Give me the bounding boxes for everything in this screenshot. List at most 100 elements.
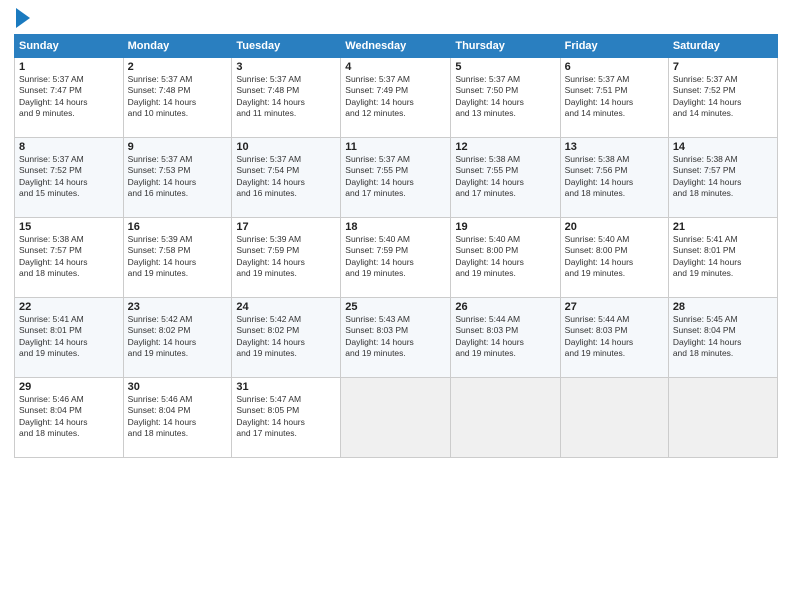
calendar-cell: 9Sunrise: 5:37 AM Sunset: 7:53 PM Daylig… (123, 138, 232, 218)
calendar-cell: 8Sunrise: 5:37 AM Sunset: 7:52 PM Daylig… (15, 138, 124, 218)
day-info: Sunrise: 5:38 AM Sunset: 7:57 PM Dayligh… (673, 154, 773, 200)
day-info: Sunrise: 5:41 AM Sunset: 8:01 PM Dayligh… (673, 234, 773, 280)
calendar-cell: 23Sunrise: 5:42 AM Sunset: 8:02 PM Dayli… (123, 298, 232, 378)
page: SundayMondayTuesdayWednesdayThursdayFrid… (0, 0, 792, 612)
calendar-body: 1Sunrise: 5:37 AM Sunset: 7:47 PM Daylig… (15, 58, 778, 458)
day-info: Sunrise: 5:42 AM Sunset: 8:02 PM Dayligh… (128, 314, 228, 360)
header-cell-wednesday: Wednesday (341, 35, 451, 58)
day-info: Sunrise: 5:37 AM Sunset: 7:51 PM Dayligh… (565, 74, 664, 120)
calendar-week-4: 22Sunrise: 5:41 AM Sunset: 8:01 PM Dayli… (15, 298, 778, 378)
calendar-cell (668, 378, 777, 458)
calendar-week-1: 1Sunrise: 5:37 AM Sunset: 7:47 PM Daylig… (15, 58, 778, 138)
calendar-table: SundayMondayTuesdayWednesdayThursdayFrid… (14, 34, 778, 458)
day-number: 10 (236, 141, 336, 153)
header-cell-thursday: Thursday (451, 35, 560, 58)
day-info: Sunrise: 5:37 AM Sunset: 7:50 PM Dayligh… (455, 74, 555, 120)
calendar-cell: 5Sunrise: 5:37 AM Sunset: 7:50 PM Daylig… (451, 58, 560, 138)
day-number: 21 (673, 221, 773, 233)
day-number: 3 (236, 61, 336, 73)
day-info: Sunrise: 5:37 AM Sunset: 7:48 PM Dayligh… (128, 74, 228, 120)
day-info: Sunrise: 5:37 AM Sunset: 7:54 PM Dayligh… (236, 154, 336, 200)
calendar-cell: 1Sunrise: 5:37 AM Sunset: 7:47 PM Daylig… (15, 58, 124, 138)
calendar-cell: 26Sunrise: 5:44 AM Sunset: 8:03 PM Dayli… (451, 298, 560, 378)
day-number: 17 (236, 221, 336, 233)
logo (14, 10, 30, 28)
day-info: Sunrise: 5:42 AM Sunset: 8:02 PM Dayligh… (236, 314, 336, 360)
day-number: 18 (345, 221, 446, 233)
calendar-cell: 14Sunrise: 5:38 AM Sunset: 7:57 PM Dayli… (668, 138, 777, 218)
day-info: Sunrise: 5:40 AM Sunset: 8:00 PM Dayligh… (455, 234, 555, 280)
calendar-cell: 16Sunrise: 5:39 AM Sunset: 7:58 PM Dayli… (123, 218, 232, 298)
day-number: 19 (455, 221, 555, 233)
calendar-cell: 29Sunrise: 5:46 AM Sunset: 8:04 PM Dayli… (15, 378, 124, 458)
day-number: 31 (236, 381, 336, 393)
day-info: Sunrise: 5:37 AM Sunset: 7:53 PM Dayligh… (128, 154, 228, 200)
day-info: Sunrise: 5:46 AM Sunset: 8:04 PM Dayligh… (128, 394, 228, 440)
day-number: 14 (673, 141, 773, 153)
calendar-cell: 28Sunrise: 5:45 AM Sunset: 8:04 PM Dayli… (668, 298, 777, 378)
calendar-cell (560, 378, 668, 458)
calendar-week-3: 15Sunrise: 5:38 AM Sunset: 7:57 PM Dayli… (15, 218, 778, 298)
day-info: Sunrise: 5:37 AM Sunset: 7:48 PM Dayligh… (236, 74, 336, 120)
day-number: 13 (565, 141, 664, 153)
calendar-cell: 3Sunrise: 5:37 AM Sunset: 7:48 PM Daylig… (232, 58, 341, 138)
calendar-cell: 25Sunrise: 5:43 AM Sunset: 8:03 PM Dayli… (341, 298, 451, 378)
day-number: 8 (19, 141, 119, 153)
calendar-cell: 17Sunrise: 5:39 AM Sunset: 7:59 PM Dayli… (232, 218, 341, 298)
calendar-week-2: 8Sunrise: 5:37 AM Sunset: 7:52 PM Daylig… (15, 138, 778, 218)
calendar-week-5: 29Sunrise: 5:46 AM Sunset: 8:04 PM Dayli… (15, 378, 778, 458)
calendar-cell: 22Sunrise: 5:41 AM Sunset: 8:01 PM Dayli… (15, 298, 124, 378)
day-info: Sunrise: 5:37 AM Sunset: 7:55 PM Dayligh… (345, 154, 446, 200)
day-number: 27 (565, 301, 664, 313)
calendar-cell: 30Sunrise: 5:46 AM Sunset: 8:04 PM Dayli… (123, 378, 232, 458)
day-info: Sunrise: 5:37 AM Sunset: 7:49 PM Dayligh… (345, 74, 446, 120)
day-number: 29 (19, 381, 119, 393)
calendar-cell: 2Sunrise: 5:37 AM Sunset: 7:48 PM Daylig… (123, 58, 232, 138)
day-info: Sunrise: 5:39 AM Sunset: 7:59 PM Dayligh… (236, 234, 336, 280)
calendar-cell: 15Sunrise: 5:38 AM Sunset: 7:57 PM Dayli… (15, 218, 124, 298)
calendar-cell: 27Sunrise: 5:44 AM Sunset: 8:03 PM Dayli… (560, 298, 668, 378)
calendar-cell: 11Sunrise: 5:37 AM Sunset: 7:55 PM Dayli… (341, 138, 451, 218)
day-info: Sunrise: 5:39 AM Sunset: 7:58 PM Dayligh… (128, 234, 228, 280)
calendar-cell: 18Sunrise: 5:40 AM Sunset: 7:59 PM Dayli… (341, 218, 451, 298)
day-info: Sunrise: 5:44 AM Sunset: 8:03 PM Dayligh… (455, 314, 555, 360)
calendar-cell (451, 378, 560, 458)
calendar-cell: 4Sunrise: 5:37 AM Sunset: 7:49 PM Daylig… (341, 58, 451, 138)
day-info: Sunrise: 5:37 AM Sunset: 7:47 PM Dayligh… (19, 74, 119, 120)
calendar-cell: 6Sunrise: 5:37 AM Sunset: 7:51 PM Daylig… (560, 58, 668, 138)
calendar-header: SundayMondayTuesdayWednesdayThursdayFrid… (15, 35, 778, 58)
day-number: 6 (565, 61, 664, 73)
calendar-cell: 7Sunrise: 5:37 AM Sunset: 7:52 PM Daylig… (668, 58, 777, 138)
day-number: 5 (455, 61, 555, 73)
day-number: 11 (345, 141, 446, 153)
day-number: 30 (128, 381, 228, 393)
calendar-cell (341, 378, 451, 458)
day-number: 1 (19, 61, 119, 73)
day-info: Sunrise: 5:46 AM Sunset: 8:04 PM Dayligh… (19, 394, 119, 440)
calendar-cell: 19Sunrise: 5:40 AM Sunset: 8:00 PM Dayli… (451, 218, 560, 298)
header-cell-sunday: Sunday (15, 35, 124, 58)
day-info: Sunrise: 5:41 AM Sunset: 8:01 PM Dayligh… (19, 314, 119, 360)
calendar-cell: 31Sunrise: 5:47 AM Sunset: 8:05 PM Dayli… (232, 378, 341, 458)
day-info: Sunrise: 5:43 AM Sunset: 8:03 PM Dayligh… (345, 314, 446, 360)
day-info: Sunrise: 5:37 AM Sunset: 7:52 PM Dayligh… (673, 74, 773, 120)
calendar-cell: 21Sunrise: 5:41 AM Sunset: 8:01 PM Dayli… (668, 218, 777, 298)
header (14, 10, 778, 28)
header-row: SundayMondayTuesdayWednesdayThursdayFrid… (15, 35, 778, 58)
day-number: 28 (673, 301, 773, 313)
day-info: Sunrise: 5:37 AM Sunset: 7:52 PM Dayligh… (19, 154, 119, 200)
day-number: 23 (128, 301, 228, 313)
day-number: 26 (455, 301, 555, 313)
header-cell-friday: Friday (560, 35, 668, 58)
day-info: Sunrise: 5:40 AM Sunset: 8:00 PM Dayligh… (565, 234, 664, 280)
day-number: 20 (565, 221, 664, 233)
calendar-cell: 12Sunrise: 5:38 AM Sunset: 7:55 PM Dayli… (451, 138, 560, 218)
day-info: Sunrise: 5:45 AM Sunset: 8:04 PM Dayligh… (673, 314, 773, 360)
day-number: 2 (128, 61, 228, 73)
day-number: 24 (236, 301, 336, 313)
header-cell-tuesday: Tuesday (232, 35, 341, 58)
day-number: 15 (19, 221, 119, 233)
day-info: Sunrise: 5:40 AM Sunset: 7:59 PM Dayligh… (345, 234, 446, 280)
day-info: Sunrise: 5:38 AM Sunset: 7:56 PM Dayligh… (565, 154, 664, 200)
day-number: 9 (128, 141, 228, 153)
